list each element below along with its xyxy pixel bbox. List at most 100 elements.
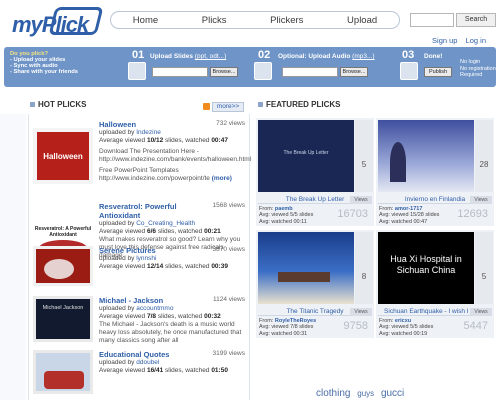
uploaded-by-label: uploaded by: [99, 305, 135, 312]
step2-number: 02: [258, 49, 271, 61]
item-description: Download The Presentation Here - http://…: [99, 148, 252, 163]
watched-time: 00:39: [211, 263, 228, 270]
from-label: From:: [259, 206, 274, 212]
uploader-link[interactable]: Co_Creating_Health: [136, 220, 195, 227]
viewed-slides: 6/6: [146, 228, 156, 235]
slides-browse-button[interactable]: Browse...: [210, 67, 238, 77]
slide-count: 28: [479, 160, 489, 169]
tag-link[interactable]: guys: [357, 389, 374, 398]
uploader-link[interactable]: accountmmo: [136, 305, 173, 312]
author-link[interactable]: paemb: [275, 206, 293, 212]
item-info: Michael - Jackson 1124 views uploaded by…: [99, 296, 245, 345]
login-link[interactable]: Log in: [466, 36, 486, 45]
card-meta: From: RoyleTheRoyes Avg: viewed 7/8 slid…: [259, 318, 316, 337]
search-button[interactable]: Search: [456, 13, 496, 27]
watched-time: 00:47: [211, 137, 228, 144]
author-link[interactable]: RoyleTheRoyes: [275, 318, 316, 324]
avg-watched: Avg: watched 00:31: [259, 330, 308, 337]
watched-time: 00:21: [204, 228, 221, 235]
list-item: Halloween Halloween 732 views uploaded b…: [29, 120, 252, 202]
featured-thumbnail[interactable]: [258, 232, 354, 304]
card-meta: From: paemb Avg: viewed 5/5 slides Avg: …: [259, 206, 313, 225]
nav-plickers[interactable]: Plickers: [270, 15, 303, 26]
tag-link[interactable]: gucci: [381, 388, 404, 399]
uploader-link[interactable]: Indezine: [136, 129, 161, 136]
more-hot-button[interactable]: more>>: [212, 102, 244, 112]
average-viewed-label: Average viewed: [99, 228, 146, 235]
featured-thumbnail[interactable]: The Break Up Letter: [258, 120, 354, 192]
thumbnail-caption: The Break Up Letter: [283, 150, 329, 156]
viewed-slides: 12/14: [146, 263, 164, 270]
slides-file-input[interactable]: [152, 67, 208, 77]
step2-title: Optional: Upload Audio (mp3...): [278, 53, 375, 60]
slide-count-panel: 8: [355, 232, 373, 304]
author-link[interactable]: ericxu: [395, 318, 411, 324]
tag-cloud: clothing guys gucci: [254, 388, 496, 399]
watched-time: 00:32: [204, 313, 221, 320]
featured-plicks-title: FEATURED PLICKS: [266, 100, 341, 109]
viewed-slides: 16/41: [146, 367, 164, 374]
slide-thumbnail[interactable]: [33, 350, 93, 394]
audio-file-input[interactable]: [282, 67, 338, 77]
item-title[interactable]: Resveratrol: Powerful Antioxidant: [99, 202, 199, 220]
item-views: 732 views: [216, 120, 245, 127]
slide-thumbnail[interactable]: Michael Jackson: [33, 296, 93, 342]
list-item: Serene Pictures 3870 views uploaded by l…: [29, 246, 249, 294]
author-link[interactable]: amor-1717: [395, 206, 423, 212]
step2-formats-link[interactable]: (mp3...): [352, 53, 374, 60]
featured-thumbnail[interactable]: [378, 120, 474, 192]
featured-thumbnail[interactable]: Hua Xi Hospital in Sichuan China: [378, 232, 474, 304]
watched-time: 01:50: [211, 367, 228, 374]
views-label: Views: [470, 308, 492, 316]
featured-plicks-grid: The Break Up Letter 5 The Break Up Lette…: [254, 114, 496, 400]
slide-count-panel: 5: [475, 232, 493, 304]
thumbnail-caption: Hua Xi Hospital in Sichuan China: [390, 254, 462, 275]
serene-graphic: [44, 259, 74, 279]
featured-bullet-icon: [258, 102, 263, 108]
search-input[interactable]: [410, 13, 454, 27]
step1-formats-link[interactable]: (ppt, odt...): [195, 53, 226, 60]
nav-home[interactable]: Home: [133, 15, 158, 26]
item-views: 3199 views: [212, 350, 245, 357]
more-link[interactable]: (more): [212, 175, 232, 182]
signup-link[interactable]: Sign up: [432, 36, 457, 45]
quotes-graphic: [44, 371, 84, 389]
nologin-note: No login No registration Required: [460, 59, 496, 79]
views-label: Views: [470, 196, 492, 204]
site-logo[interactable]: myPlick: [8, 4, 106, 38]
audio-browse-button[interactable]: Browse...: [340, 67, 368, 77]
uploader-link[interactable]: ddoubel: [136, 359, 159, 366]
slide-thumbnail[interactable]: [33, 246, 93, 286]
nav-plicks[interactable]: Plicks: [202, 15, 227, 26]
viewed-slides: 7/8: [146, 313, 156, 320]
nav-upload[interactable]: Upload: [347, 15, 377, 26]
item-views: 1568 views: [212, 202, 245, 209]
step1-title-text: Upload Slides: [150, 53, 193, 60]
slide-thumbnail[interactable]: Halloween: [33, 128, 93, 184]
tree-graphic: [390, 142, 406, 182]
avg-watched: Avg: watched 00:19: [379, 330, 428, 337]
step1-title: Upload Slides (ppt, odt...): [150, 53, 226, 60]
uploader-link[interactable]: lynnshi: [136, 255, 156, 262]
upload-banner: Do you plick? - Upload your slides - Syn…: [4, 47, 496, 87]
ship-graphic: [278, 272, 330, 282]
item-views: 3870 views: [212, 246, 245, 253]
uploaded-by-label: uploaded by: [99, 129, 135, 136]
rss-icon[interactable]: [203, 103, 210, 110]
card-meta: From: ericxu Avg: viewed 5/5 slides Avg:…: [379, 318, 433, 337]
slide-count-panel: 28: [475, 120, 493, 192]
step2-title-text: Optional: Upload Audio: [278, 53, 351, 60]
avg-watched: Avg: watched 00:11: [259, 218, 307, 225]
main-navigation: Home Plicks Plickers Upload: [110, 11, 400, 29]
tag-link[interactable]: clothing: [316, 388, 350, 399]
from-label: From:: [259, 318, 274, 324]
publish-button[interactable]: Publish: [424, 67, 452, 77]
view-count: 16703: [337, 208, 368, 220]
step3-number: 03: [402, 49, 415, 61]
slides-watched-label: slides, watched: [165, 263, 210, 270]
slides-watched-label: slides, watched: [157, 313, 203, 320]
list-item: Educational Quotes 3199 views uploaded b…: [29, 350, 249, 400]
from-label: From:: [379, 206, 394, 212]
banner-intro: Do you plick? - Upload your slides - Syn…: [10, 51, 78, 75]
featured-card: Hua Xi Hospital in Sichuan China 5 Sichu…: [376, 230, 494, 338]
